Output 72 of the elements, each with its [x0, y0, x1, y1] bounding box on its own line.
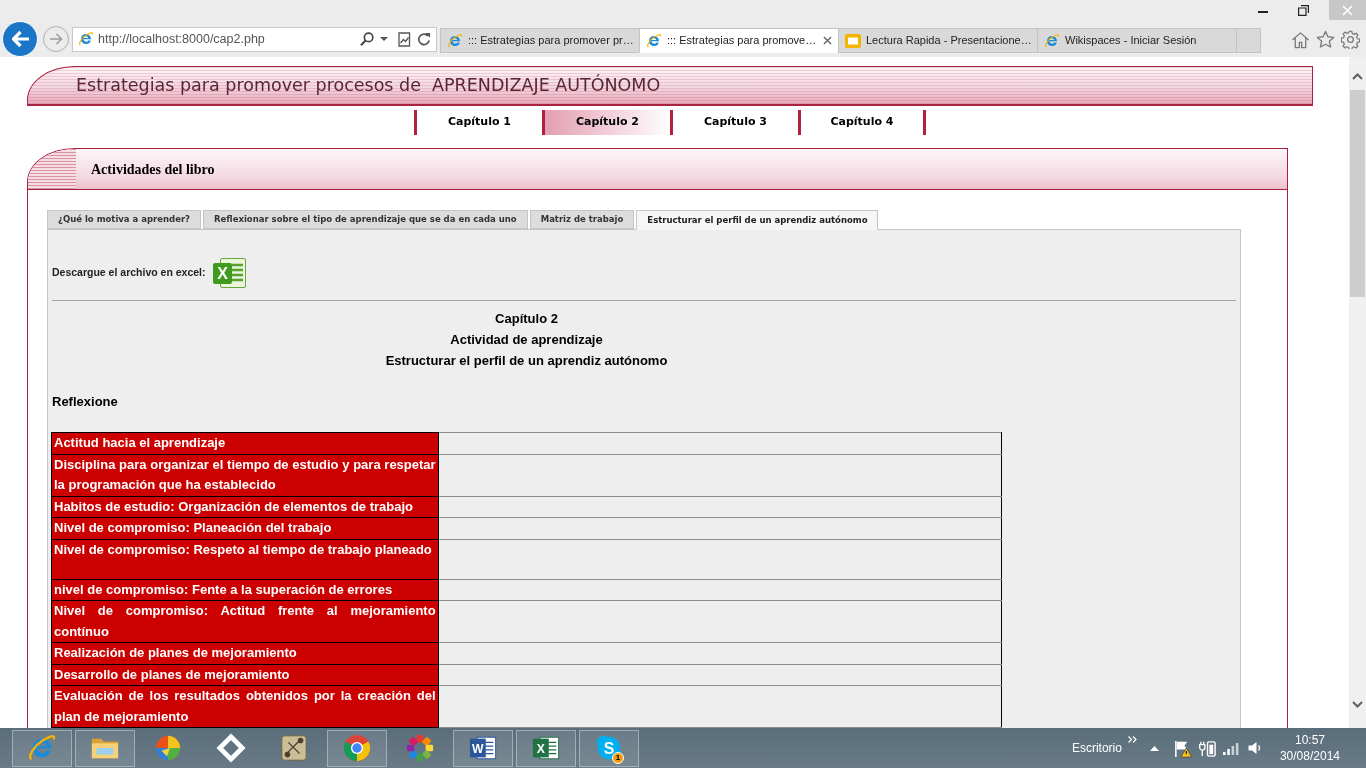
refresh-icon[interactable] — [417, 32, 431, 46]
row-header-cell: Disciplina para organizar el tiempo de estudio y para respetar la programación que ha establecido — [51, 454, 439, 496]
taskbar-button[interactable]: W — [453, 729, 513, 767]
restore-icon — [1297, 4, 1309, 16]
browser-icon — [447, 32, 463, 49]
page-view-icon[interactable] — [398, 31, 411, 47]
home-icon[interactable] — [1291, 30, 1310, 49]
flag-warning-icon[interactable] — [1172, 738, 1192, 758]
clock-date: 30/08/2014 — [1279, 748, 1340, 764]
activity-tab[interactable]: Matriz de trabajo — [529, 210, 635, 229]
clock-time: 10:57 — [1294, 732, 1325, 748]
heading-text: Capítulo 2 — [494, 310, 559, 328]
show-hidden-icon[interactable] — [1149, 745, 1159, 751]
taskbar-button[interactable]: X — [516, 729, 576, 767]
browser-icon — [342, 733, 372, 763]
close-icon — [1342, 4, 1353, 16]
star-icon[interactable] — [1316, 30, 1335, 49]
heading-text: Estructurar el perfil de un aprendiz autónomo — [384, 352, 669, 370]
map-icon — [279, 733, 309, 763]
row-header-cell: Nivel de compromiso: Actitud frente al mejoramiento contínuo — [51, 600, 439, 643]
orb-icon — [153, 733, 183, 763]
signal-icon[interactable] — [1222, 741, 1239, 755]
row-header-cell: Evaluación de los resultados obtenidos por la creación del plan de mejoramiento — [51, 685, 439, 728]
scroll-up-icon[interactable] — [1352, 73, 1363, 80]
chevron-icon[interactable] — [1127, 735, 1137, 743]
row-header-cell: Nivel de compromiso: Planeación del trabajo — [51, 517, 439, 539]
row-header-cell: Nivel de compromiso: Respeto al tiempo de trabajo planeado — [51, 539, 439, 579]
close-icon[interactable] — [823, 36, 832, 45]
back-button[interactable] — [2, 21, 38, 57]
row-header-cell: nivel de compromiso: Fente a la superación de errores — [51, 579, 439, 601]
browser-icon — [1044, 32, 1060, 49]
flower-icon — [405, 733, 435, 763]
download-label: Descargue el archivo en excel: — [52, 265, 206, 281]
page-title: Estrategias para promover procesos de APRENDIZAJE AUTÓNOMO — [76, 73, 661, 98]
row-header-cell: Actitud hacia el aprendizaje — [51, 432, 439, 454]
browser-tab[interactable]: ::: Estrategias para promover pr… — [440, 28, 640, 53]
scrollbar[interactable] — [1349, 57, 1366, 728]
diamond-icon — [216, 733, 246, 763]
speaker-icon[interactable] — [1247, 741, 1263, 755]
browser-tab[interactable]: Wikispaces - Iniciar Sesión — [1037, 28, 1237, 53]
taskbar-button[interactable] — [75, 729, 135, 767]
browser-icon — [78, 31, 94, 47]
search-icon[interactable] — [360, 32, 374, 46]
browser-icon — [646, 32, 662, 49]
browser-icon — [27, 733, 57, 763]
row-header-cell: Realización de planes de mejoramiento — [51, 642, 439, 664]
heading-text: Actividad de aprendizaje — [449, 331, 604, 349]
browser-tab[interactable]: ::: Estrategias para promove… — [639, 28, 839, 53]
panel-title: Actividades del libro — [91, 160, 215, 179]
row-header-cell: Habitos de estudio: Organización de elementos de trabajo — [51, 496, 439, 518]
taskbar-button[interactable] — [12, 729, 72, 767]
activity-tab[interactable]: Reflexionar sobre el tipo de aprendizaje que se da en cada uno — [203, 210, 528, 229]
stripe-pattern — [28, 149, 76, 189]
scroll-down-icon[interactable] — [1352, 701, 1363, 708]
address-bar[interactable]: http://localhost:8000/cap2.php — [72, 26, 437, 52]
settings-icon[interactable] — [1341, 30, 1360, 49]
row-header-cell: Desarrollo de planes de mejoramiento — [51, 664, 439, 686]
arrow-right-icon — [49, 33, 63, 45]
caret-icon[interactable] — [380, 37, 388, 41]
scroll-thumb[interactable] — [1350, 90, 1365, 297]
power-icon[interactable] — [1197, 738, 1217, 758]
activity-tab[interactable]: Estructurar el perfil de un aprendiz autónomo — [636, 210, 879, 230]
minimize-icon — [1258, 11, 1268, 13]
toolbar-label: Escritorio — [1071, 740, 1122, 757]
arrow-left-icon — [10, 30, 30, 48]
browser-tab[interactable]: Lectura Rapida - Presentacione… — [838, 28, 1038, 53]
activity-tab[interactable]: ¿Qué lo motiva a aprender? — [47, 210, 202, 229]
section-label: Reflexione — [52, 393, 119, 411]
slides-icon — [845, 32, 861, 49]
taskbar-button[interactable] — [327, 729, 387, 767]
url-text: http://localhost:8000/cap2.php — [98, 30, 265, 48]
chapter-tab[interactable]: Capítulo 4 — [798, 110, 926, 135]
